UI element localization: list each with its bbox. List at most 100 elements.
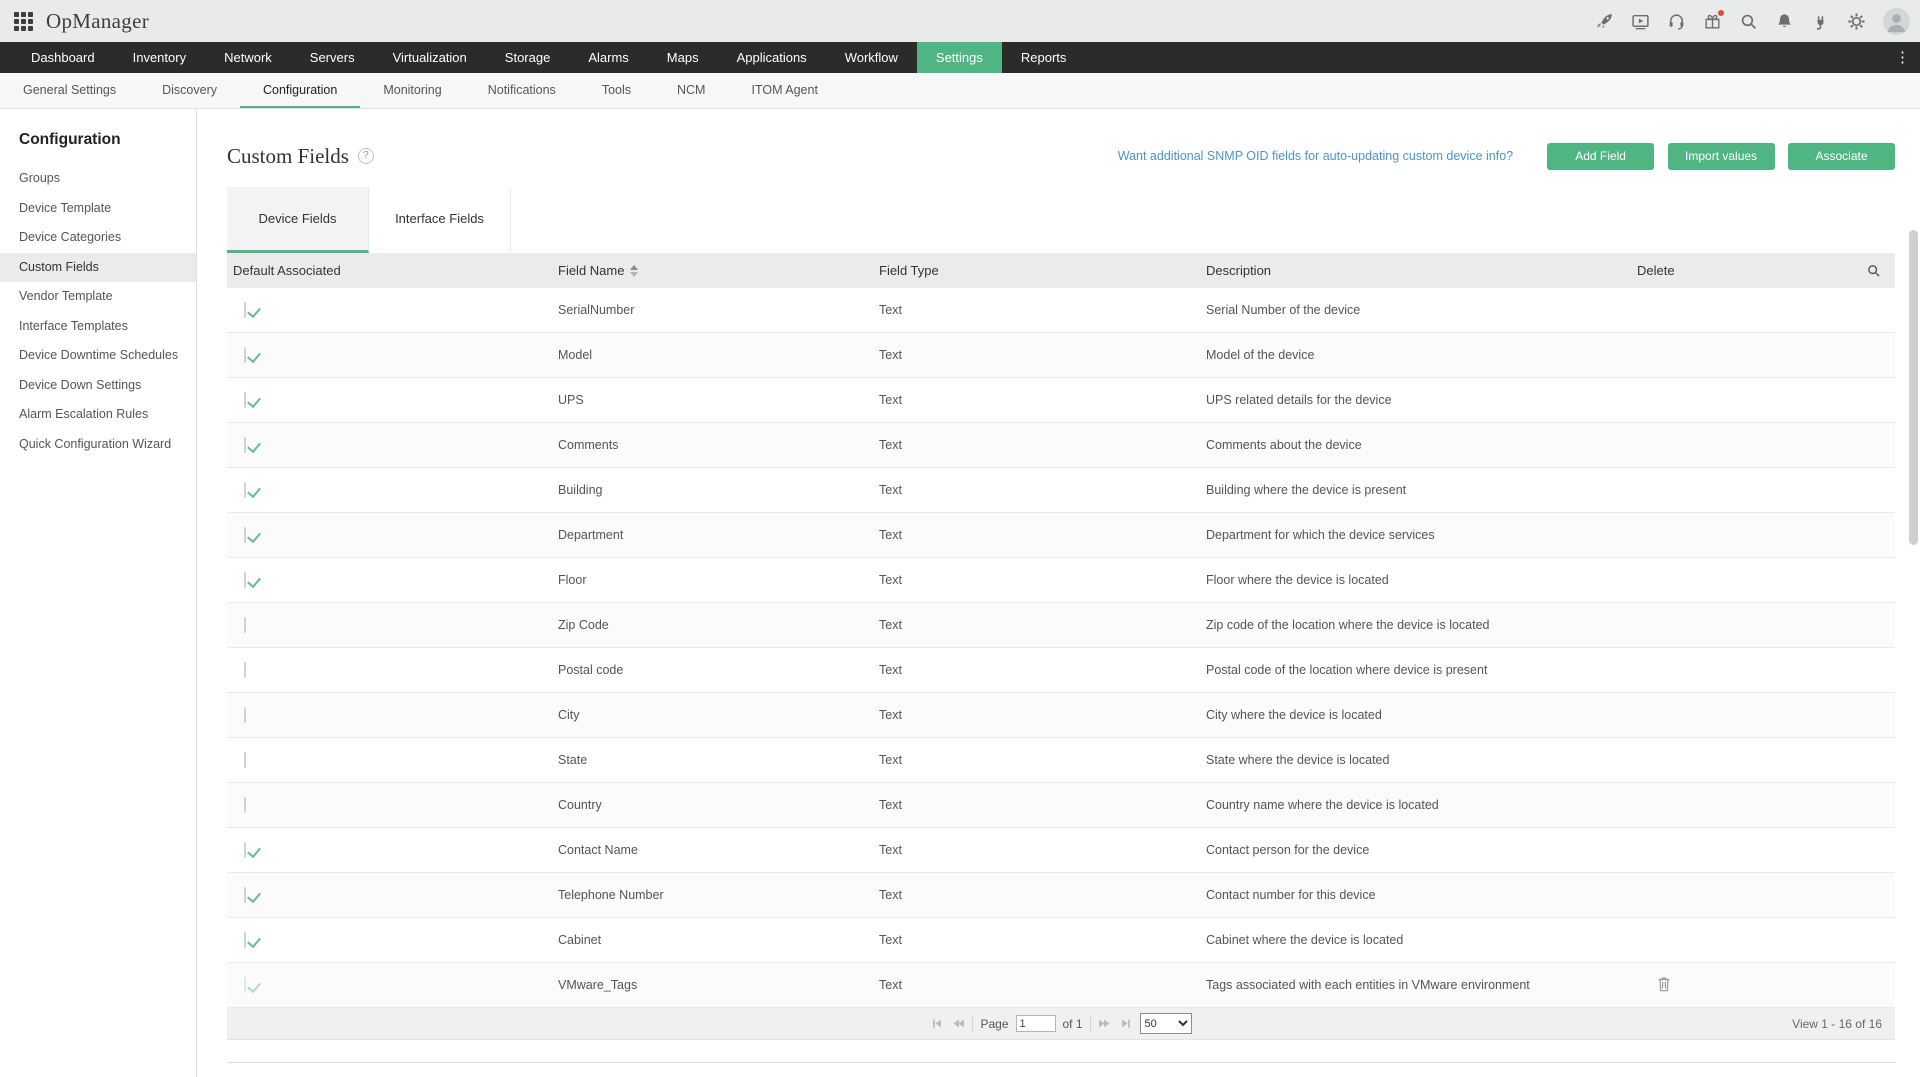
table-row: Telephone Number Text Contact number for… [227,873,1895,918]
default-associated-checkbox[interactable] [244,527,246,543]
nav-item[interactable]: Dashboard [12,42,114,73]
notifications-bell-icon[interactable] [1775,12,1794,31]
sidebar-item[interactable]: Quick Configuration Wizard [0,430,196,460]
snmp-oid-link[interactable]: Want additional SNMP OID fields for auto… [1118,149,1513,163]
pagination-controls: Page of 1 50 [930,1013,1191,1034]
default-associated-checkbox[interactable] [244,887,246,903]
first-page-icon[interactable] [930,1017,944,1030]
table-row: Country Text Country name where the devi… [227,783,1895,828]
sidebar-items: Groups Device Template Device Categories… [0,164,196,459]
apps-grid-icon[interactable] [14,12,33,31]
default-associated-checkbox[interactable] [244,797,246,813]
sidebar-item[interactable]: Custom Fields [0,253,196,283]
field-type-cell: Text [873,618,1200,632]
table-search-icon[interactable] [1866,263,1881,278]
action-buttons: Add Field Import values Associate [1538,143,1895,170]
plug-icon[interactable] [1811,12,1830,31]
default-associated-checkbox[interactable] [244,752,246,768]
description-cell: State where the device is located [1200,753,1631,767]
field-name-cell: Building [552,483,873,497]
subnav-item[interactable]: General Settings [0,73,139,108]
delete-trash-icon[interactable] [1657,976,1671,992]
nav-item[interactable]: Virtualization [374,42,486,73]
default-associated-checkbox[interactable] [244,932,246,948]
action-button[interactable]: Add Field [1547,143,1654,170]
vertical-scrollbar-thumb[interactable] [1909,230,1918,545]
nav-item[interactable]: Reports [1002,42,1086,73]
search-icon[interactable] [1739,12,1758,31]
subnav-item[interactable]: ITOM Agent [728,73,840,108]
help-icon[interactable]: ? [358,148,374,164]
default-associated-checkbox[interactable] [244,302,246,318]
sidebar-item[interactable]: Device Down Settings [0,371,196,401]
support-headset-icon[interactable] [1667,12,1686,31]
sidebar-item[interactable]: Device Categories [0,223,196,253]
description-cell: Serial Number of the device [1200,303,1631,317]
subnav-item[interactable]: Monitoring [360,73,464,108]
sidebar-title: Configuration [0,131,196,164]
field-type-cell: Text [873,438,1200,452]
field-name-cell: UPS [552,393,873,407]
table-row: Building Text Building where the device … [227,468,1895,513]
field-name-cell: Telephone Number [552,888,873,902]
default-associated-checkbox[interactable] [244,482,246,498]
action-button[interactable]: Import values [1668,143,1775,170]
nav-item[interactable]: Applications [718,42,826,73]
nav-item[interactable]: Storage [486,42,570,73]
default-associated-checkbox[interactable] [244,842,246,858]
nav-item[interactable]: Settings [917,42,1002,73]
next-page-icon[interactable] [1098,1017,1112,1030]
default-associated-checkbox[interactable] [244,662,246,678]
subnav-item[interactable]: Tools [579,73,654,108]
default-associated-checkbox[interactable] [244,977,246,993]
nav-item[interactable]: Inventory [114,42,205,73]
description-cell: Cabinet where the device is located [1200,933,1631,947]
main-nav: Dashboard Inventory Network Servers Virt… [0,42,1920,73]
prev-page-icon[interactable] [951,1017,965,1030]
subnav-item[interactable]: Configuration [240,73,360,108]
sidebar-item[interactable]: Device Template [0,194,196,224]
sidebar-item[interactable]: Interface Templates [0,312,196,342]
field-type-cell: Text [873,978,1200,992]
tab[interactable]: Device Fields [227,187,369,253]
default-associated-checkbox[interactable] [244,707,246,723]
settings-gear-icon[interactable] [1847,12,1866,31]
video-tour-icon[interactable] [1631,12,1650,31]
sidebar-item[interactable]: Device Downtime Schedules [0,341,196,371]
rocket-icon[interactable] [1595,12,1614,31]
page-number-input[interactable] [1016,1015,1056,1032]
nav-item[interactable]: Network [205,42,291,73]
sort-icon[interactable] [630,265,638,277]
sidebar-item[interactable]: Alarm Escalation Rules [0,400,196,430]
nav-overflow-kebab-icon[interactable]: ⋮ [1895,42,1910,73]
last-page-icon[interactable] [1119,1017,1133,1030]
subnav-item[interactable]: Discovery [139,73,240,108]
default-associated-checkbox[interactable] [244,437,246,453]
content-divider [227,1062,1895,1063]
tab[interactable]: Interface Fields [369,187,511,253]
nav-item[interactable]: Workflow [826,42,917,73]
default-associated-checkbox[interactable] [244,392,246,408]
action-button[interactable]: Associate [1788,143,1895,170]
user-avatar[interactable] [1883,8,1910,35]
page-head: Custom Fields ? Want additional SNMP OID… [227,139,1895,173]
field-name-cell: Model [552,348,873,362]
gift-icon[interactable] [1703,12,1722,31]
nav-item[interactable]: Servers [291,42,374,73]
nav-item[interactable]: Alarms [569,42,647,73]
subnav-item[interactable]: Notifications [465,73,579,108]
page-size-select[interactable]: 50 [1140,1013,1192,1034]
default-associated-checkbox[interactable] [244,572,246,588]
description-cell: Contact person for the device [1200,843,1631,857]
field-name-cell: Postal code [552,663,873,677]
nav-item[interactable]: Maps [648,42,718,73]
field-type-cell: Text [873,843,1200,857]
description-cell: Building where the device is present [1200,483,1631,497]
app-title: OpManager [46,9,149,34]
field-name-cell: State [552,753,873,767]
sidebar-item[interactable]: Groups [0,164,196,194]
default-associated-checkbox[interactable] [244,347,246,363]
subnav-item[interactable]: NCM [654,73,728,108]
sidebar-item[interactable]: Vendor Template [0,282,196,312]
default-associated-checkbox[interactable] [244,617,246,633]
